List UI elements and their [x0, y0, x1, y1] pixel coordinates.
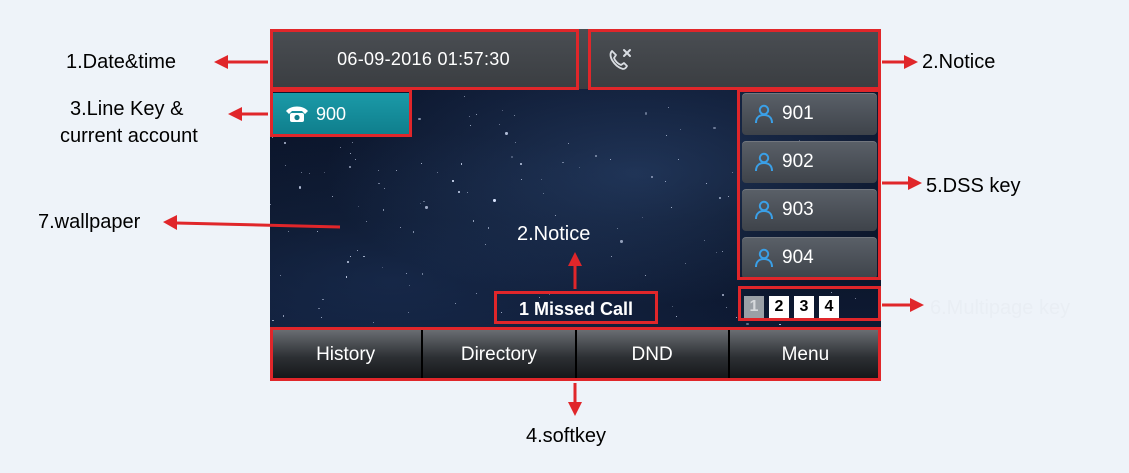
dss-key-label-annotation: 5.DSS key: [926, 175, 1021, 197]
date-time-label: 1.Date&time: [66, 51, 177, 73]
wallpaper-label: 7.wallpaper: [38, 211, 141, 233]
phone-screen-diagram: 06-09-2016 01:57:30 900 901 902 903 904 …: [0, 0, 1129, 473]
line-key-label-1: 3.Line Key &: [70, 98, 184, 120]
multipage-key-label: 6.Multipage key: [930, 297, 1071, 319]
top-notice-label: 2.Notice: [922, 51, 996, 73]
line-key-label-2: current account: [60, 125, 198, 147]
softkey-label: 4.softkey: [526, 425, 607, 447]
